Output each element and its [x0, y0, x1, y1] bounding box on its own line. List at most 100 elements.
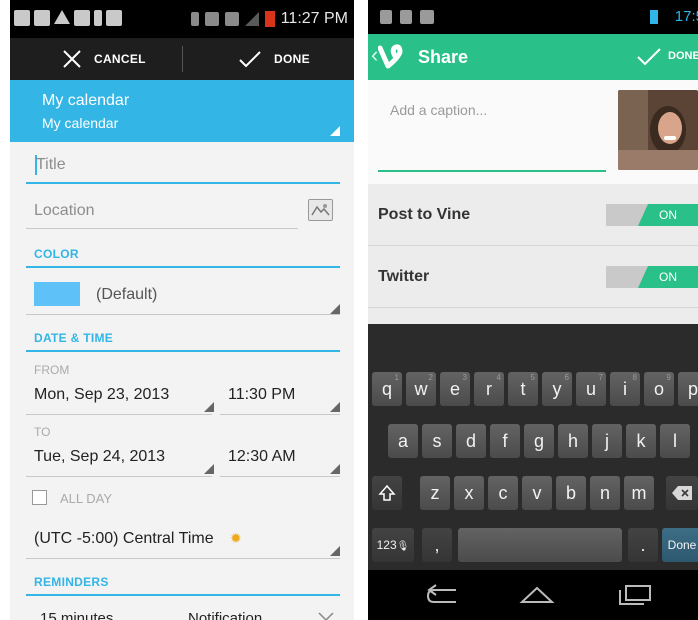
caption-input[interactable]: Add a caption... — [378, 90, 606, 170]
key-s[interactable]: s — [422, 424, 452, 458]
recents-nav-icon[interactable] — [616, 584, 652, 606]
key-p[interactable]: p0 — [678, 372, 698, 406]
key-d[interactable]: d — [456, 424, 486, 458]
status-bar: 17:5 — [368, 0, 698, 34]
done-button[interactable]: DONE — [636, 34, 698, 80]
bluetooth-icon — [190, 12, 199, 26]
key-x[interactable]: x — [454, 476, 484, 510]
reminder-method[interactable]: Notification — [188, 610, 262, 620]
app-icon — [74, 10, 90, 26]
shift-key[interactable] — [372, 476, 402, 510]
key-label: y — [552, 379, 562, 399]
symbols-key[interactable]: 123🎙 — [372, 528, 414, 562]
calendar-edit-screen: 11:27 PM CANCEL DONE My calendar My cale… — [10, 0, 354, 620]
key-label: b — [565, 483, 576, 503]
key-label: p — [687, 379, 698, 399]
mic-icon: 🎙 — [396, 541, 410, 552]
wifi-icon — [224, 12, 239, 26]
action-bar: CANCEL DONE — [10, 38, 354, 80]
to-date-picker[interactable]: Tue, Sep 24, 2013 — [26, 442, 214, 476]
to-date-underline — [26, 476, 212, 477]
key-label: a — [397, 431, 408, 451]
to-label: TO — [34, 425, 51, 439]
key-u[interactable]: u7 — [576, 372, 606, 406]
cancel-button[interactable]: CANCEL — [62, 38, 146, 80]
from-label: FROM — [34, 363, 70, 377]
key-r[interactable]: r4 — [474, 372, 504, 406]
back-nav-icon[interactable] — [426, 584, 460, 606]
all-day-label: ALL DAY — [60, 491, 113, 506]
twitter-label: Twitter — [378, 268, 430, 285]
to-time-picker[interactable]: 12:30 AM — [220, 442, 340, 476]
vine-share-screen: 17:5 ‹ Share DONE Add a caption... — [368, 0, 698, 620]
key-l[interactable]: l — [660, 424, 690, 458]
key-hint-number: 7 — [598, 373, 603, 382]
mic-icon — [94, 10, 102, 26]
datetime-section-line — [26, 350, 340, 352]
key-f[interactable]: f — [490, 424, 520, 458]
key-t[interactable]: t5 — [508, 372, 538, 406]
key-b[interactable]: b — [556, 476, 586, 510]
color-swatch — [34, 282, 80, 306]
timezone-picker[interactable]: (UTC -5:00) Central Time ✹ — [26, 524, 340, 558]
key-j[interactable]: j — [592, 424, 622, 458]
post-to-vine-toggle[interactable]: ON — [606, 204, 698, 226]
comma-label: , — [434, 535, 440, 555]
toggle-on-label: ON — [638, 266, 698, 288]
video-thumbnail[interactable] — [618, 90, 698, 170]
key-n[interactable]: n — [590, 476, 620, 510]
post-to-vine-row: Post to Vine ON — [368, 184, 698, 246]
checkbox-box — [32, 490, 47, 505]
status-bar: 11:27 PM — [10, 0, 354, 38]
all-day-checkbox[interactable]: ALL DAY — [30, 488, 170, 512]
key-v[interactable]: v — [522, 476, 552, 510]
home-nav-icon[interactable] — [518, 584, 556, 606]
period-key[interactable]: . — [628, 528, 658, 562]
key-c[interactable]: c — [488, 476, 518, 510]
back-button[interactable]: ‹ Share — [368, 34, 468, 80]
color-selector[interactable]: (Default) — [26, 276, 340, 314]
dropdown-indicator-icon — [330, 402, 340, 412]
twitter-toggle[interactable]: ON — [606, 266, 698, 288]
comma-key[interactable]: , — [422, 528, 452, 562]
calendar-selector[interactable]: My calendar My calendar — [10, 80, 354, 142]
key-z[interactable]: z — [420, 476, 450, 510]
key-label: l — [673, 431, 677, 451]
map-icon[interactable] — [308, 199, 333, 221]
key-h[interactable]: h — [558, 424, 588, 458]
key-e[interactable]: e3 — [440, 372, 470, 406]
key-y[interactable]: y6 — [542, 372, 572, 406]
title-field[interactable]: Title — [26, 148, 340, 186]
key-q[interactable]: q1 — [372, 372, 402, 406]
key-hint-number: 5 — [530, 373, 535, 382]
title-underline — [26, 182, 340, 184]
done-key[interactable]: Done — [662, 528, 698, 562]
key-label: c — [498, 483, 508, 503]
color-section-title: COLOR — [34, 247, 79, 261]
done-button[interactable]: DONE — [238, 38, 310, 80]
action-bar: ‹ Share DONE — [368, 34, 698, 80]
key-m[interactable]: m — [624, 476, 654, 510]
key-label: w — [414, 379, 428, 399]
space-key[interactable] — [458, 528, 622, 562]
key-g[interactable]: g — [524, 424, 554, 458]
backspace-key[interactable] — [666, 476, 698, 510]
notification-icon — [14, 10, 30, 26]
reminder-time[interactable]: 15 minutes — [40, 610, 113, 620]
location-field[interactable]: Location — [26, 194, 300, 230]
from-time-picker[interactable]: 11:30 PM — [220, 380, 340, 414]
dropdown-indicator-icon — [330, 304, 340, 314]
image-icon — [34, 10, 50, 26]
key-label: u — [585, 379, 596, 399]
from-date-picker[interactable]: Mon, Sep 23, 2013 — [26, 380, 214, 414]
status-time: 11:27 PM — [280, 10, 348, 27]
title-placeholder: Title — [36, 156, 66, 173]
key-o[interactable]: o9 — [644, 372, 674, 406]
remove-reminder-icon[interactable] — [316, 610, 336, 620]
key-a[interactable]: a — [388, 424, 418, 458]
key-label: e — [449, 379, 460, 399]
key-i[interactable]: i8 — [610, 372, 640, 406]
key-w[interactable]: w2 — [406, 372, 436, 406]
key-k[interactable]: k — [626, 424, 656, 458]
key-label: k — [636, 431, 646, 451]
